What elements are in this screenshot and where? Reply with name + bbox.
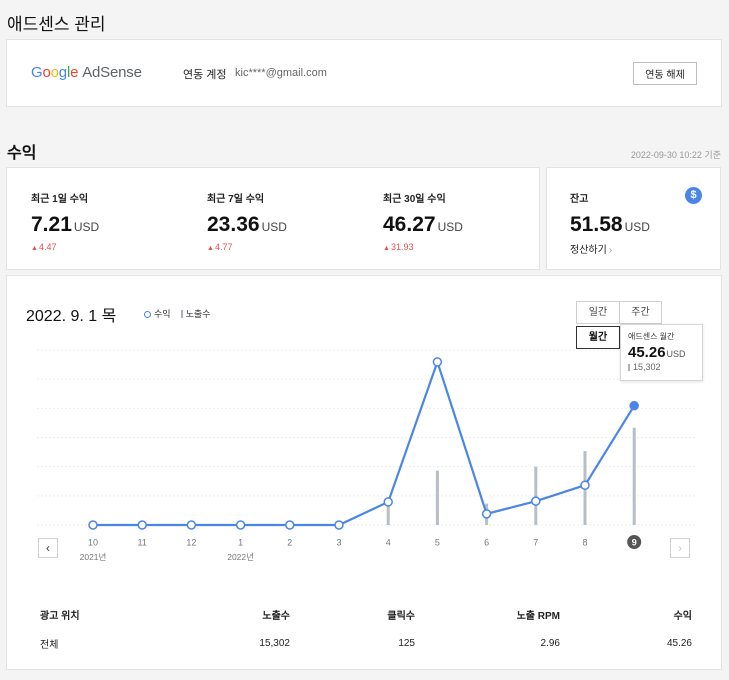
revenue-point	[432, 357, 443, 367]
linked-account-email: kic****@gmail.com	[235, 67, 327, 79]
x-tick-label: 2	[287, 538, 292, 548]
revenue-point	[235, 520, 246, 530]
bar-marker-icon	[180, 310, 183, 318]
revenue-point	[137, 520, 147, 530]
balance-value: 51.58 USD	[570, 213, 650, 236]
circle-marker-icon	[144, 311, 151, 318]
earnings-summary-panel: 최근 1일 수익 7.21 USD ▲4.47 최근 7일 수익 23.36 USD…	[6, 167, 540, 270]
x-tick-label: 6	[484, 538, 489, 548]
chart-date-label: 2022. 9. 1 목	[26, 308, 117, 325]
revenue-point	[580, 480, 590, 490]
balance-stat: 잔고 51.58 USD 정산하기 ›	[570, 190, 650, 256]
up-triangle-icon: ▲	[383, 245, 390, 252]
revenue-chart-panel: 10 11 12 1 2 3 4 5 6 7 8 9 2021년 2022년 2022. 9. 1 목 수…	[6, 275, 722, 670]
table-cell: 전체	[40, 640, 59, 651]
stat-value: 46.27 USD	[383, 213, 463, 236]
revenue-point	[88, 520, 98, 530]
legend-revenue: 수익	[144, 307, 171, 320]
stat-30day: 최근 30일 수익 46.27 USD ▲31.93	[383, 190, 463, 252]
x-tick-label: 8	[582, 538, 587, 548]
revenue-point	[334, 520, 344, 530]
revenue-point	[481, 509, 492, 519]
table-cell: 15,302	[259, 638, 290, 649]
table-header-cell: 노출수	[262, 611, 290, 622]
chart-legend: 수익 노출수	[144, 307, 210, 320]
stat-value: 23.36 USD	[207, 213, 287, 236]
bar-marker-icon	[628, 364, 630, 371]
revenue-point	[531, 496, 541, 506]
table-header-cell: 클릭수	[387, 611, 415, 622]
balance-panel: 잔고 51.58 USD 정산하기 › $	[546, 167, 721, 270]
table-header-cell: 노출 RPM	[516, 611, 560, 622]
revenue-point	[285, 520, 295, 530]
linked-account-label: 연동 계정	[183, 69, 227, 81]
stat-value: 7.21 USD	[31, 213, 100, 236]
dollar-icon: $	[685, 187, 702, 204]
table-row: 전체 15,302 125 2.96 45.26	[40, 629, 692, 658]
balance-label: 잔고	[570, 194, 589, 205]
x-tick-label: 3	[336, 538, 341, 548]
table-cell: 2.96	[540, 638, 560, 649]
revenue-point	[186, 520, 197, 530]
x-tick-label: 7	[533, 538, 538, 548]
stat-delta: ▲4.77	[207, 242, 233, 252]
impressions-bar	[435, 470, 439, 525]
x-tick-label: 9	[632, 538, 637, 548]
x-year-label: 2021년	[80, 552, 107, 562]
period-weekly-button[interactable]: 주간	[619, 301, 662, 324]
x-tick-label: 11	[138, 538, 147, 548]
page-title: 애드센스 관리	[7, 15, 106, 34]
tooltip-impressions: 15,302	[628, 362, 695, 372]
up-triangle-icon: ▲	[31, 245, 38, 252]
adsense-account-panel: Google AdSense 연동 계정 kic****@gmail.com 연동…	[6, 39, 722, 107]
tooltip-label: 애드센스 월간	[628, 332, 675, 341]
x-tick-label: 1	[238, 538, 243, 548]
table-cell: 45.26	[666, 638, 692, 649]
google-adsense-logo: Google AdSense	[31, 64, 142, 81]
table-header-row: 광고 위치 노출수 클릭수 노출 RPM 수익	[40, 600, 692, 629]
x-tick-label: 12	[186, 538, 196, 548]
as-of-timestamp: 2022-09-30 10:22 기준	[630, 150, 721, 160]
stat-label: 최근 1일 수익	[31, 194, 89, 205]
period-monthly-button[interactable]: 월간	[576, 326, 620, 349]
impressions-bar	[534, 466, 538, 525]
revenue-point	[629, 400, 639, 411]
tooltip-value: 45.26USD	[628, 344, 686, 361]
chart-prev-button[interactable]: ‹	[38, 538, 58, 558]
x-year-label: 2022년	[227, 552, 254, 562]
stat-7day: 최근 7일 수익 23.36 USD ▲4.77	[207, 190, 287, 252]
period-daily-button[interactable]: 일간	[576, 301, 620, 324]
earnings-section-title: 수익	[7, 145, 37, 162]
up-triangle-icon: ▲	[207, 245, 214, 252]
revenue-point	[383, 497, 393, 507]
legend-impressions: 노출수	[180, 307, 210, 320]
chevron-right-icon: ›	[608, 245, 613, 256]
x-tick-label: 4	[386, 538, 391, 548]
stat-label: 최근 7일 수익	[207, 194, 265, 205]
table-header-cell: 광고 위치	[40, 611, 80, 622]
stat-delta: ▲4.47	[31, 242, 57, 252]
stat-label: 최근 30일 수익	[383, 194, 446, 205]
stat-1day: 최근 1일 수익 7.21 USD ▲4.47	[31, 190, 99, 252]
chart-tooltip: 애드센스 월간 45.26USD 15,302	[620, 324, 703, 381]
revenue-line	[93, 358, 636, 527]
chart-next-button[interactable]: ›	[670, 538, 690, 558]
impressions-bar	[386, 503, 390, 525]
unlink-button[interactable]: 연동 해제	[633, 62, 697, 85]
table-cell: 125	[398, 638, 415, 649]
stat-delta: ▲31.93	[383, 242, 414, 252]
impressions-bar	[632, 427, 636, 525]
x-tick-label: 10	[88, 538, 98, 548]
settle-link[interactable]: 정산하기 ›	[570, 241, 650, 256]
ad-placement-table: 광고 위치 노출수 클릭수 노출 RPM 수익 전체 15,302 125 2.…	[40, 600, 692, 658]
x-tick-label: 5	[435, 538, 440, 548]
table-header-cell: 수익	[673, 611, 692, 622]
